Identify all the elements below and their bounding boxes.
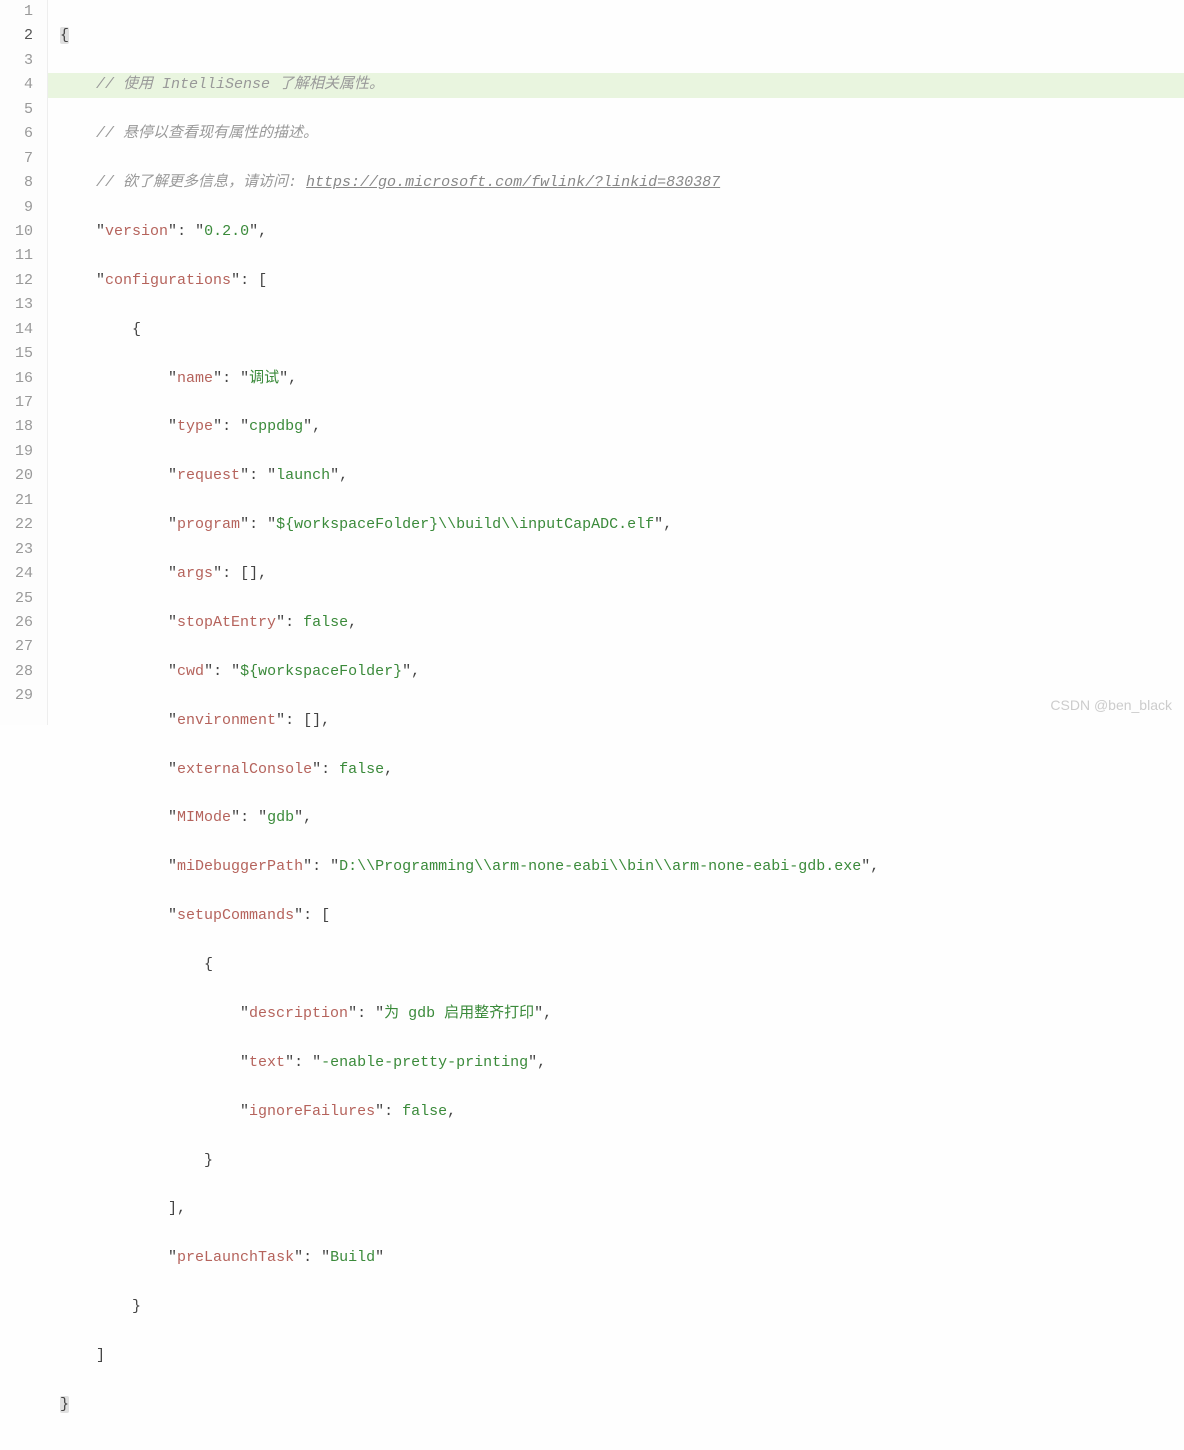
code-line[interactable]: // 欲了解更多信息，请访问: https://go.microsoft.com… xyxy=(60,171,1184,195)
json-key: version xyxy=(105,223,168,240)
code-line[interactable]: ] xyxy=(60,1344,1184,1368)
code-line[interactable]: "MIMode": "gdb", xyxy=(60,806,1184,830)
comment-text: 使用 IntelliSense 了解相关属性。 xyxy=(123,76,384,93)
json-key: text xyxy=(249,1054,285,1071)
json-string: 0.2.0 xyxy=(204,223,249,240)
line-number: 13 xyxy=(0,293,33,317)
line-number: 3 xyxy=(0,49,33,73)
line-number: 26 xyxy=(0,611,33,635)
code-line[interactable]: } xyxy=(60,1149,1184,1173)
code-line[interactable]: "externalConsole": false, xyxy=(60,758,1184,782)
line-number: 29 xyxy=(0,684,33,708)
line-number: 23 xyxy=(0,538,33,562)
json-string: ${workspaceFolder} xyxy=(240,663,402,680)
line-number: 20 xyxy=(0,464,33,488)
line-number: 8 xyxy=(0,171,33,195)
json-string: cppdbg xyxy=(249,418,303,435)
line-number: 2 xyxy=(0,24,33,48)
line-number: 18 xyxy=(0,415,33,439)
json-key: program xyxy=(177,516,240,533)
code-line[interactable]: } xyxy=(60,1295,1184,1319)
json-key: MIMode xyxy=(177,809,231,826)
json-key: description xyxy=(249,1005,348,1022)
json-string: 调试 xyxy=(249,370,279,387)
line-number: 27 xyxy=(0,635,33,659)
code-line[interactable]: "environment": [], xyxy=(60,709,1184,733)
json-string: D:\\Programming\\arm-none-eabi\\bin\\arm… xyxy=(339,858,861,875)
code-line[interactable]: "stopAtEntry": false, xyxy=(60,611,1184,635)
line-number: 25 xyxy=(0,587,33,611)
line-number: 24 xyxy=(0,562,33,586)
comment-link[interactable]: https://go.microsoft.com/fwlink/?linkid=… xyxy=(306,174,720,191)
json-key: ignoreFailures xyxy=(249,1103,375,1120)
line-number: 21 xyxy=(0,489,33,513)
code-editor[interactable]: 1 2 3 4 5 6 7 8 9 10 11 12 13 14 15 16 1… xyxy=(0,0,1184,725)
code-line[interactable]: "type": "cppdbg", xyxy=(60,415,1184,439)
line-number: 19 xyxy=(0,440,33,464)
line-number: 6 xyxy=(0,122,33,146)
json-key: stopAtEntry xyxy=(177,614,276,631)
json-key: type xyxy=(177,418,213,435)
code-line[interactable]: "args": [], xyxy=(60,562,1184,586)
comment-text: 欲了解更多信息，请访问: xyxy=(123,174,306,191)
json-string: 为 gdb 启用整齐打印 xyxy=(384,1005,534,1022)
json-string: -enable-pretty-printing xyxy=(321,1054,528,1071)
json-key: name xyxy=(177,370,213,387)
line-number: 15 xyxy=(0,342,33,366)
code-line[interactable]: "miDebuggerPath": "D:\\Programming\\arm-… xyxy=(60,855,1184,879)
json-string: gdb xyxy=(267,809,294,826)
code-line[interactable]: "program": "${workspaceFolder}\\build\\i… xyxy=(60,513,1184,537)
code-line[interactable]: "cwd": "${workspaceFolder}", xyxy=(60,660,1184,684)
line-number: 16 xyxy=(0,367,33,391)
code-line[interactable]: "version": "0.2.0", xyxy=(60,220,1184,244)
line-number: 12 xyxy=(0,269,33,293)
code-area[interactable]: { // 使用 IntelliSense 了解相关属性。 // 悬停以查看现有属… xyxy=(48,0,1184,725)
line-number: 17 xyxy=(0,391,33,415)
code-line[interactable]: "description": "为 gdb 启用整齐打印", xyxy=(60,1002,1184,1026)
line-number: 4 xyxy=(0,73,33,97)
json-key: environment xyxy=(177,712,276,729)
json-key: miDebuggerPath xyxy=(177,858,303,875)
json-key: preLaunchTask xyxy=(177,1249,294,1266)
json-keyword: false xyxy=(303,614,348,631)
code-line[interactable]: "text": "-enable-pretty-printing", xyxy=(60,1051,1184,1075)
json-string: ${workspaceFolder}\\build\\inputCapADC.e… xyxy=(276,516,654,533)
line-number: 14 xyxy=(0,318,33,342)
code-line[interactable]: "request": "launch", xyxy=(60,464,1184,488)
line-number: 11 xyxy=(0,244,33,268)
code-line[interactable]: "ignoreFailures": false, xyxy=(60,1100,1184,1124)
code-line[interactable]: { xyxy=(60,24,1184,48)
code-line[interactable]: "setupCommands": [ xyxy=(60,904,1184,928)
json-string: launch xyxy=(276,467,330,484)
comment-text: 悬停以查看现有属性的描述。 xyxy=(123,125,318,142)
json-key: args xyxy=(177,565,213,582)
json-key: configurations xyxy=(105,272,231,289)
json-key: externalConsole xyxy=(177,761,312,778)
line-number: 1 xyxy=(0,0,33,24)
code-line[interactable]: "configurations": [ xyxy=(60,269,1184,293)
line-number: 7 xyxy=(0,147,33,171)
code-line[interactable]: ], xyxy=(60,1197,1184,1221)
line-number-gutter: 1 2 3 4 5 6 7 8 9 10 11 12 13 14 15 16 1… xyxy=(0,0,48,725)
json-keyword: false xyxy=(402,1103,447,1120)
code-line[interactable]: "name": "调试", xyxy=(60,367,1184,391)
json-keyword: false xyxy=(339,761,384,778)
line-number: 22 xyxy=(0,513,33,537)
json-key: setupCommands xyxy=(177,907,294,924)
json-key: request xyxy=(177,467,240,484)
line-number: 9 xyxy=(0,196,33,220)
code-line[interactable]: } xyxy=(60,1393,1184,1417)
json-key: cwd xyxy=(177,663,204,680)
code-line[interactable]: "preLaunchTask": "Build" xyxy=(60,1246,1184,1270)
line-number: 10 xyxy=(0,220,33,244)
code-line[interactable]: // 悬停以查看现有属性的描述。 xyxy=(60,122,1184,146)
json-string: Build xyxy=(330,1249,375,1266)
line-number: 28 xyxy=(0,660,33,684)
code-line[interactable]: { xyxy=(60,318,1184,342)
code-line[interactable]: // 使用 IntelliSense 了解相关属性。 xyxy=(48,73,1184,97)
code-line[interactable]: { xyxy=(60,953,1184,977)
line-number: 5 xyxy=(0,98,33,122)
